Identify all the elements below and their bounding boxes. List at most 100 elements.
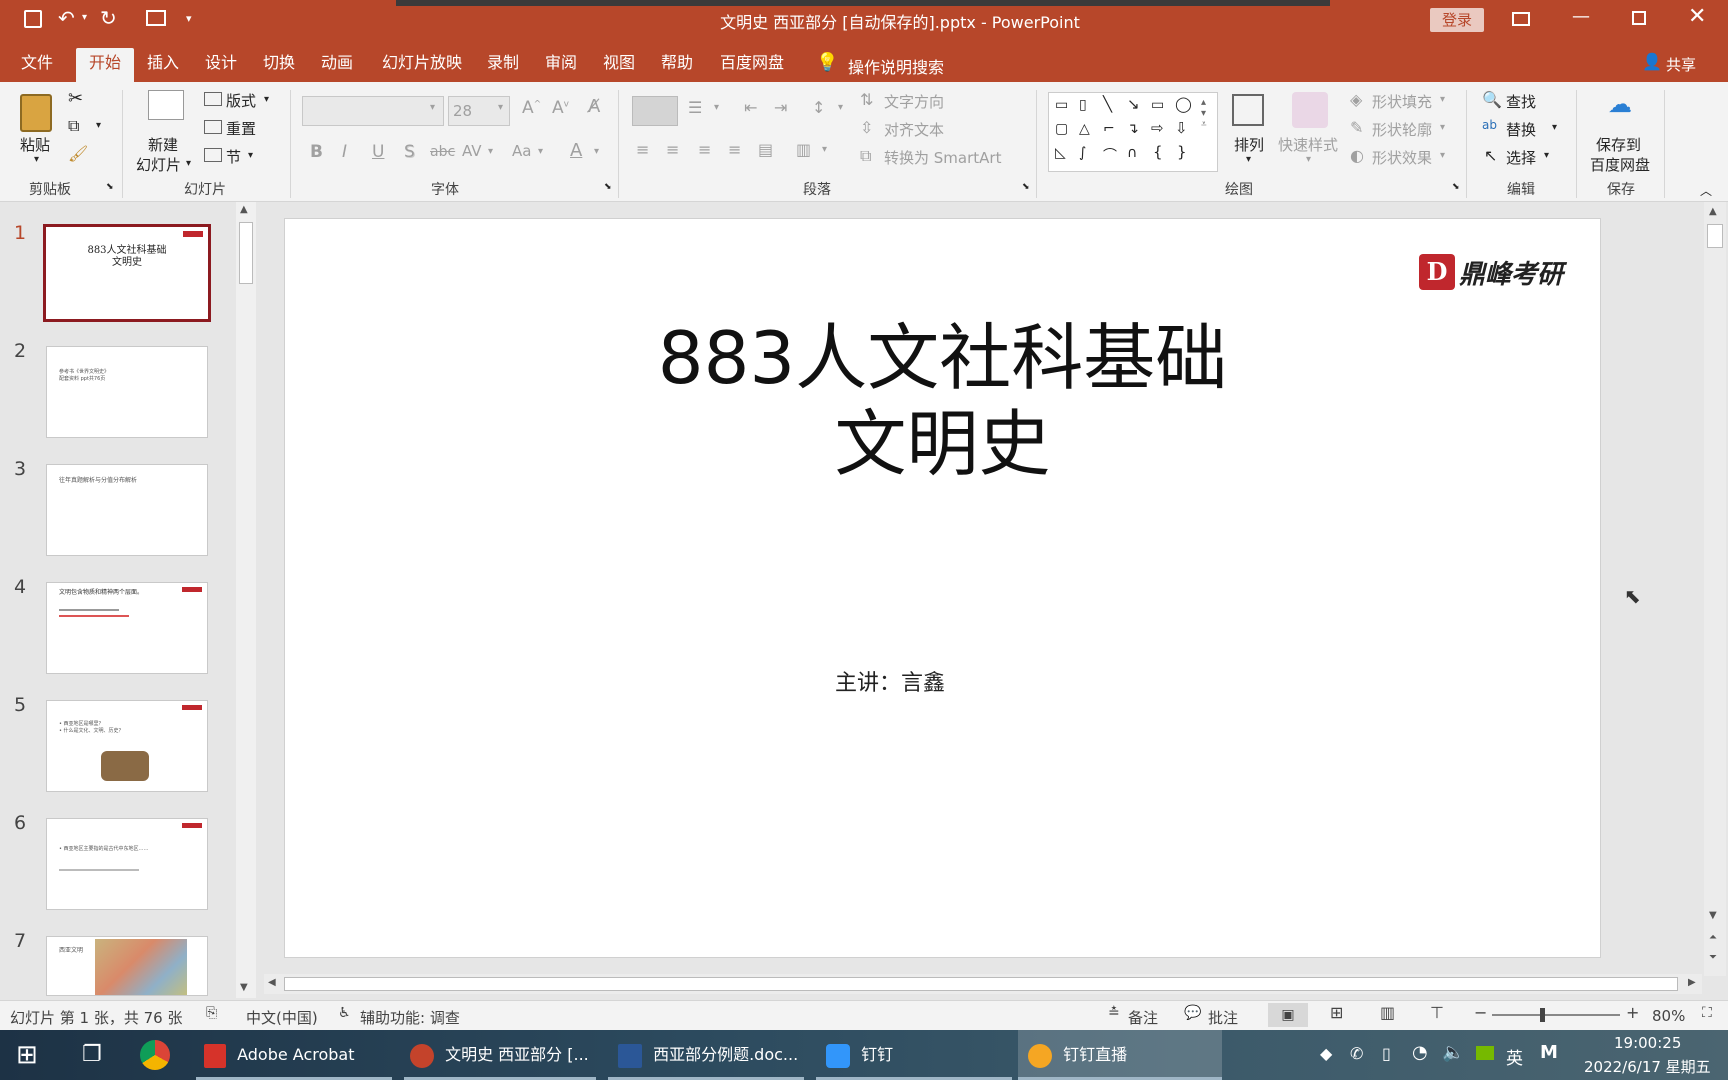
font-name-dropdown-icon[interactable]: ▾ [430, 102, 435, 113]
tab-baidu[interactable]: 百度网盘 [712, 48, 792, 82]
new-slide-button-line2[interactable]: 幻灯片 [136, 154, 181, 175]
scroll-down-icon[interactable]: ▼ [240, 982, 248, 993]
tab-review[interactable]: 审阅 [538, 48, 584, 82]
tab-transitions[interactable]: 切换 [256, 48, 302, 82]
paragraph-launcher-icon[interactable]: ⬊ [1022, 182, 1030, 192]
curve-shape-icon[interactable]: ∩ [1127, 145, 1137, 161]
vertical-textbox-shape-icon[interactable]: ▯ [1079, 97, 1087, 113]
textbox-shape-icon[interactable]: ▭ [1055, 97, 1068, 113]
redo-icon[interactable]: ↻ [100, 6, 117, 30]
font-size-dropdown-icon[interactable]: ▾ [498, 102, 503, 113]
collapse-ribbon-icon[interactable]: ︿ [1700, 182, 1712, 199]
increase-font-icon[interactable]: A^ [522, 98, 541, 118]
slide-thumbnail-3[interactable]: 往年真题解析与分值分布解析 [46, 464, 208, 556]
decrease-indent-icon[interactable]: ⇤ [744, 98, 757, 117]
section-dropdown-icon[interactable]: ▾ [248, 150, 253, 161]
shape-fill-button[interactable]: 形状填充 [1372, 91, 1432, 112]
gallery-more-icon[interactable]: ▴ ▾ ⩡ [1201, 97, 1207, 130]
shadow-button[interactable]: S [404, 142, 415, 162]
shape-effects-dropdown-icon[interactable]: ▾ [1440, 150, 1445, 161]
accessibility-status[interactable]: 辅助功能: 调查 [360, 1007, 460, 1028]
elbow-connector-icon[interactable]: ⌐ [1103, 121, 1115, 137]
slide-thumbnail-1[interactable]: 883人文社科基础 文明史 [43, 224, 211, 322]
task-view-icon[interactable]: ❐ [82, 1042, 102, 1067]
fit-slide-icon[interactable]: ⛶ [1702, 1005, 1712, 1021]
right-arrow-shape-icon[interactable]: ⇨ [1151, 119, 1164, 137]
save-icon[interactable] [24, 10, 42, 28]
cut-icon[interactable]: ✂ [68, 88, 83, 109]
elbow-arrow-icon[interactable]: ↴ [1127, 121, 1139, 137]
slide-vertical-scrollbar[interactable]: ▲ ▼ ⏶ ⏷ [1704, 202, 1726, 976]
language-indicator[interactable]: 中文(中国) [246, 1007, 318, 1028]
new-slide-button-line1[interactable]: 新建 [148, 134, 178, 155]
char-spacing-button[interactable]: AV [462, 142, 482, 160]
replace-button[interactable]: 替换 [1506, 119, 1536, 140]
tab-slideshow[interactable]: 幻灯片放映 [376, 48, 468, 82]
slide-horizontal-scrollbar[interactable]: ◀ ▶ [264, 974, 1702, 994]
right-brace-shape-icon[interactable]: } [1177, 143, 1187, 161]
columns-dropdown-icon[interactable]: ▾ [822, 144, 827, 155]
paste-dropdown-icon[interactable]: ▾ [34, 154, 39, 165]
restore-icon[interactable] [1632, 11, 1646, 25]
taskbar-item-dingtalk[interactable]: 钉钉 [816, 1030, 1012, 1080]
decrease-font-icon[interactable]: Av [552, 98, 569, 118]
bold-button[interactable]: B [310, 142, 323, 162]
comments-button[interactable]: 批注 [1208, 1007, 1238, 1028]
tab-file[interactable]: 文件 [14, 48, 60, 82]
taskbar-item-word[interactable]: 西亚部分例题.doc... [608, 1030, 804, 1080]
tab-insert[interactable]: 插入 [140, 48, 186, 82]
volume-icon[interactable]: 🔈 [1442, 1042, 1464, 1063]
align-text-button[interactable]: 对齐文本 [884, 119, 944, 140]
wifi-icon[interactable]: ◔ [1412, 1042, 1428, 1063]
line-shape-icon[interactable]: ╲ [1103, 95, 1112, 113]
chrome-icon[interactable] [140, 1040, 170, 1070]
char-spacing-dropdown-icon[interactable]: ▾ [488, 146, 493, 157]
shape-outline-button[interactable]: 形状轮廓 [1372, 119, 1432, 140]
customize-toolbar-icon[interactable]: ▾ [186, 12, 192, 25]
numbering-icon[interactable]: ☰ [688, 98, 702, 117]
text-direction-button[interactable]: 文字方向 [884, 91, 944, 112]
format-painter-icon[interactable]: 🖌 [68, 144, 88, 163]
font-color-dropdown-icon[interactable]: ▾ [594, 146, 599, 157]
zoom-slider[interactable] [1492, 1008, 1620, 1022]
scroll-down-icon[interactable]: ▼ [1709, 910, 1717, 921]
tab-design[interactable]: 设计 [198, 48, 244, 82]
find-button[interactable]: 查找 [1506, 91, 1536, 112]
rectangle-shape-icon[interactable]: ▭ [1151, 97, 1164, 113]
slideshow-view-icon[interactable]: ⊤ [1430, 1003, 1444, 1022]
slide-subtitle[interactable]: 主讲：言鑫 [285, 665, 1495, 697]
tab-animations[interactable]: 动画 [314, 48, 360, 82]
undo-dropdown-icon[interactable]: ▾ [82, 12, 87, 23]
tray-app-icon[interactable]: ✆ [1350, 1044, 1363, 1063]
tray-app-icon[interactable]: ◆ [1320, 1044, 1332, 1063]
scroll-right-icon[interactable]: ▶ [1688, 977, 1696, 988]
rounded-rect-shape-icon[interactable]: ▢ [1055, 121, 1068, 137]
arrange-dropdown-icon[interactable]: ▾ [1246, 154, 1251, 165]
slide-thumbnail-6[interactable]: • 西亚地区主要指的是古代中东地区…… [46, 818, 208, 910]
shape-fill-dropdown-icon[interactable]: ▾ [1440, 94, 1445, 105]
copy-icon[interactable]: ⧉ [68, 116, 79, 136]
share-button[interactable]: 共享 [1666, 54, 1696, 75]
tab-view[interactable]: 视图 [596, 48, 642, 82]
slide-title[interactable]: 883人文社科基础 文明史 [285, 315, 1600, 487]
undo-icon[interactable]: ↶ [58, 6, 75, 30]
underline-button[interactable]: U [372, 142, 384, 162]
tab-help[interactable]: 帮助 [654, 48, 700, 82]
spell-check-icon[interactable]: ⎘ [206, 1005, 217, 1021]
reset-button[interactable]: 重置 [226, 118, 256, 139]
justify-icon[interactable]: ≡ [728, 140, 741, 159]
triangle-shape-icon[interactable]: △ [1079, 121, 1090, 137]
shape-effects-button[interactable]: 形状效果 [1372, 147, 1432, 168]
taskbar-item-dingtalk-live[interactable]: 钉钉直播 [1018, 1030, 1222, 1080]
bullets-button[interactable] [632, 96, 678, 126]
layout-dropdown-icon[interactable]: ▾ [264, 94, 269, 105]
login-button[interactable]: 登录 [1430, 8, 1484, 32]
align-center-icon[interactable]: ≡ [666, 140, 679, 159]
quick-styles-icon[interactable] [1292, 92, 1328, 128]
scribble-shape-icon[interactable]: ∫ [1079, 145, 1086, 161]
align-right-icon[interactable]: ≡ [698, 140, 711, 159]
taskbar-item-acrobat[interactable]: Adobe Acrobat [196, 1030, 392, 1080]
ribbon-display-icon[interactable] [1512, 12, 1530, 26]
zoom-level[interactable]: 80% [1652, 1007, 1685, 1025]
zoom-in-icon[interactable]: + [1626, 1003, 1639, 1022]
